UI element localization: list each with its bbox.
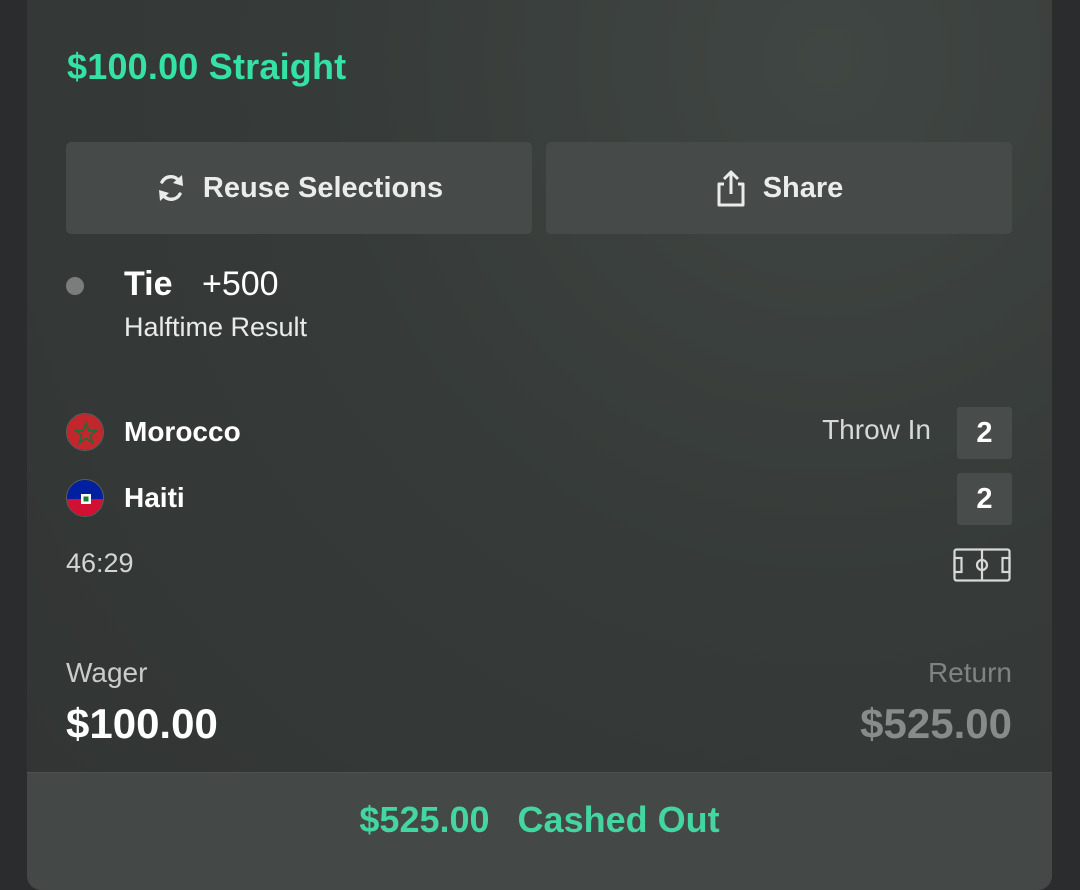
team-away-name: Haiti [124, 482, 185, 513]
selection-name: Tie [124, 265, 173, 303]
cashout-amount: $525.00 [359, 799, 490, 840]
return-value: $525.00 [860, 700, 1012, 747]
wager-label: Wager [66, 657, 148, 688]
reuse-selections-label: Reuse Selections [202, 171, 444, 204]
match-clock: 46:29 [66, 548, 134, 578]
share-button[interactable]: Share [546, 142, 1012, 234]
cashout-status: $525.00 Cashed Out [27, 799, 1052, 841]
return-label: Return [927, 657, 1012, 688]
morocco-flag-icon [66, 413, 104, 451]
cashout-label: Cashed Out [517, 799, 720, 840]
selection-status-dot [66, 277, 84, 295]
team-home-score: 2 [957, 407, 1012, 459]
selection-odds: +500 [202, 265, 279, 303]
match-status: Throw In [822, 414, 931, 445]
selection-market: Halftime Result [124, 312, 308, 342]
soccer-pitch-icon[interactable] [953, 548, 1011, 587]
refresh-icon [155, 171, 187, 205]
team-away-score: 2 [957, 473, 1012, 525]
share-icon [715, 168, 747, 208]
team-home-name: Morocco [124, 416, 241, 447]
bet-card: $100.00 Straight Reuse Selections Share … [27, 0, 1052, 890]
reuse-selections-button[interactable]: Reuse Selections [66, 142, 532, 234]
wager-value: $100.00 [66, 700, 218, 747]
haiti-flag-icon [66, 479, 104, 517]
bet-title: $100.00 Straight [67, 46, 347, 87]
cashout-footer: $525.00 Cashed Out [27, 772, 1052, 890]
share-label: Share [762, 171, 844, 204]
